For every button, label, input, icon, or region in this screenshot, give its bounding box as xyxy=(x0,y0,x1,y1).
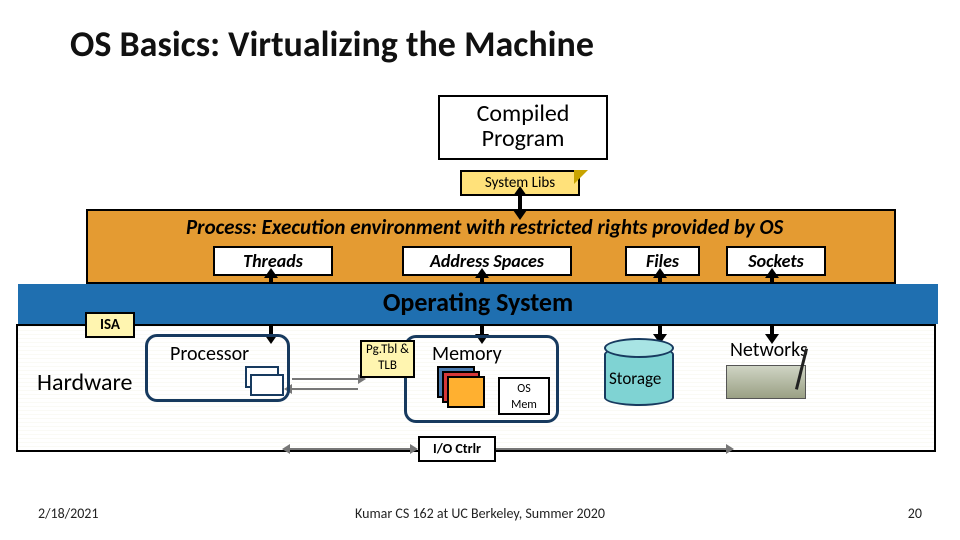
compiled-program-label: Compiled Program xyxy=(477,99,570,153)
processor-core-icon xyxy=(250,374,284,396)
connector-mem-to-proc xyxy=(292,388,358,390)
connector-ioctrlr-left xyxy=(290,448,410,450)
process-description: Process: Execution environment with rest… xyxy=(186,214,783,240)
arrow-syslibs-process xyxy=(518,196,522,210)
fold-corner-icon xyxy=(574,170,588,184)
hardware-label: Hardware xyxy=(37,368,132,397)
os-mem-box: OS Mem xyxy=(498,377,550,415)
os-bar: Operating System xyxy=(18,284,938,324)
memory-chip-icon xyxy=(447,376,485,408)
nic-card-icon xyxy=(726,365,806,399)
footer-page: 20 xyxy=(908,505,922,522)
memory-label: Memory xyxy=(432,342,502,366)
pgtbl-tlb-box: Pg.Tbl & TLB xyxy=(360,340,415,378)
connector-proc-to-mem xyxy=(292,378,358,380)
os-mem-label: OS Mem xyxy=(511,382,537,412)
slide-title: OS Basics: Virtualizing the Machine xyxy=(70,22,594,66)
io-ctrlr-box: I/O Ctrlr xyxy=(418,436,496,462)
isa-label: ISA xyxy=(85,312,135,338)
processor-label: Processor xyxy=(170,342,249,366)
storage-cylinder-top-icon xyxy=(604,338,674,358)
compiled-program-box: Compiled Program xyxy=(438,95,608,160)
storage-label: Storage xyxy=(609,368,661,389)
networks-label: Networks xyxy=(730,338,808,362)
footer-center: Kumar CS 162 at UC Berkeley, Summer 2020 xyxy=(0,505,960,522)
connector-ioctrlr-right xyxy=(496,448,726,450)
